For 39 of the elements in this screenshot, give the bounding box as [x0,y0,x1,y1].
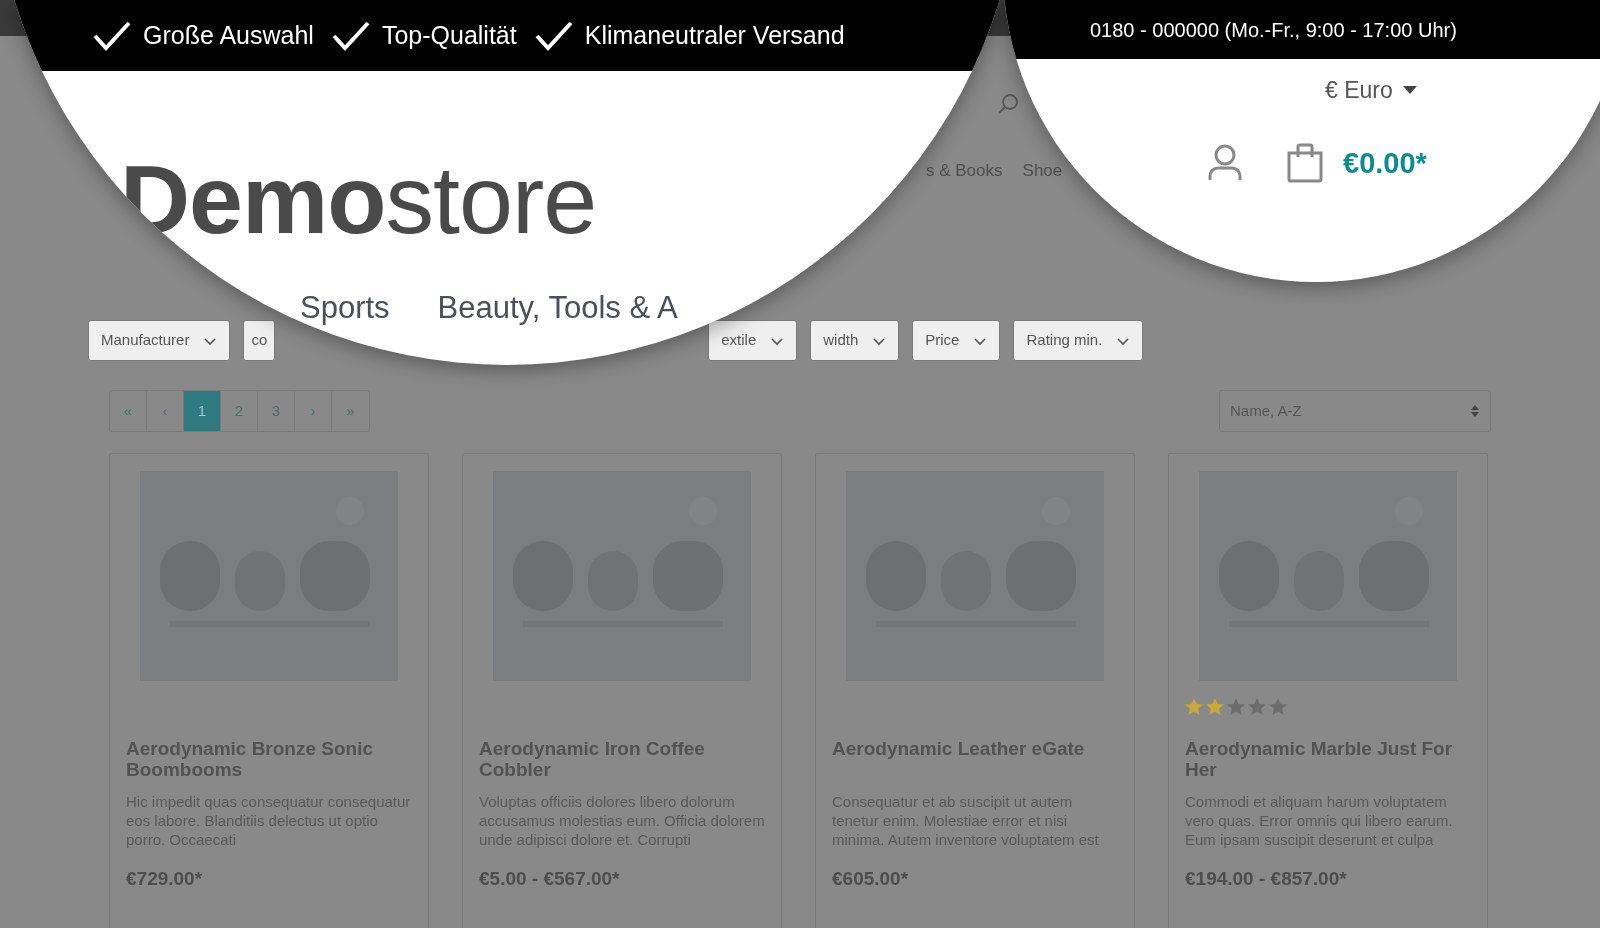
sort-arrows-icon [1470,404,1480,418]
page-button[interactable]: « [110,391,147,431]
filter-dropdown[interactable]: Price [912,320,1001,361]
filter-dropdown[interactable]: co [243,320,276,361]
cart-total[interactable]: €0.00* [1343,141,1427,185]
page-button[interactable]: 2 [221,391,258,431]
product-price: €605.00* [832,867,910,891]
account-icon[interactable] [1207,144,1243,183]
filter-dropdown[interactable]: Rating min. [1013,320,1144,361]
star-icon [1185,698,1203,715]
star-icon [1248,698,1266,715]
page-button[interactable]: › [295,391,332,431]
star-icon [1206,698,1224,715]
shopping-bag-icon[interactable] [1285,143,1325,184]
product-price: €194.00 - €857.00* [1185,867,1348,891]
checkmark-icon [534,20,573,51]
search-icon[interactable] [998,93,1020,115]
benefit-text: Klimaneutraler Versand [584,19,845,51]
filter-dropdown[interactable]: width [810,320,900,361]
benefit-text: Große Auswahl [143,19,314,51]
nav-link[interactable]: Sports [300,292,390,323]
product-price: €729.00* [126,867,204,891]
nav-link[interactable]: s & Books [926,158,1003,184]
star-icon [1227,698,1245,715]
nav-link[interactable]: Beauty, Tools & A [437,292,678,323]
caret-icon [1402,86,1417,95]
currency-dropdown[interactable]: € Euro [1325,73,1417,108]
product-price: €5.00 - €567.00* [479,867,621,891]
page-button[interactable]: » [332,391,369,431]
star-icon [1269,698,1287,715]
checkmark-icon [331,20,370,51]
page-button[interactable]: 3 [258,391,295,431]
checkmark-icon [93,20,131,51]
nav-link[interactable]: Shoe [1022,158,1063,184]
phone-text: 0180 - 000000 (Mo.-Fr., 9:00 - 17:00 Uhr) [1090,17,1457,43]
page-button[interactable]: 1 [184,391,221,431]
filter-dropdown[interactable]: extile [708,320,798,361]
filter-dropdown[interactable]: Manufacturer [88,320,231,361]
benefit-text: Top-Qualität [381,19,517,51]
